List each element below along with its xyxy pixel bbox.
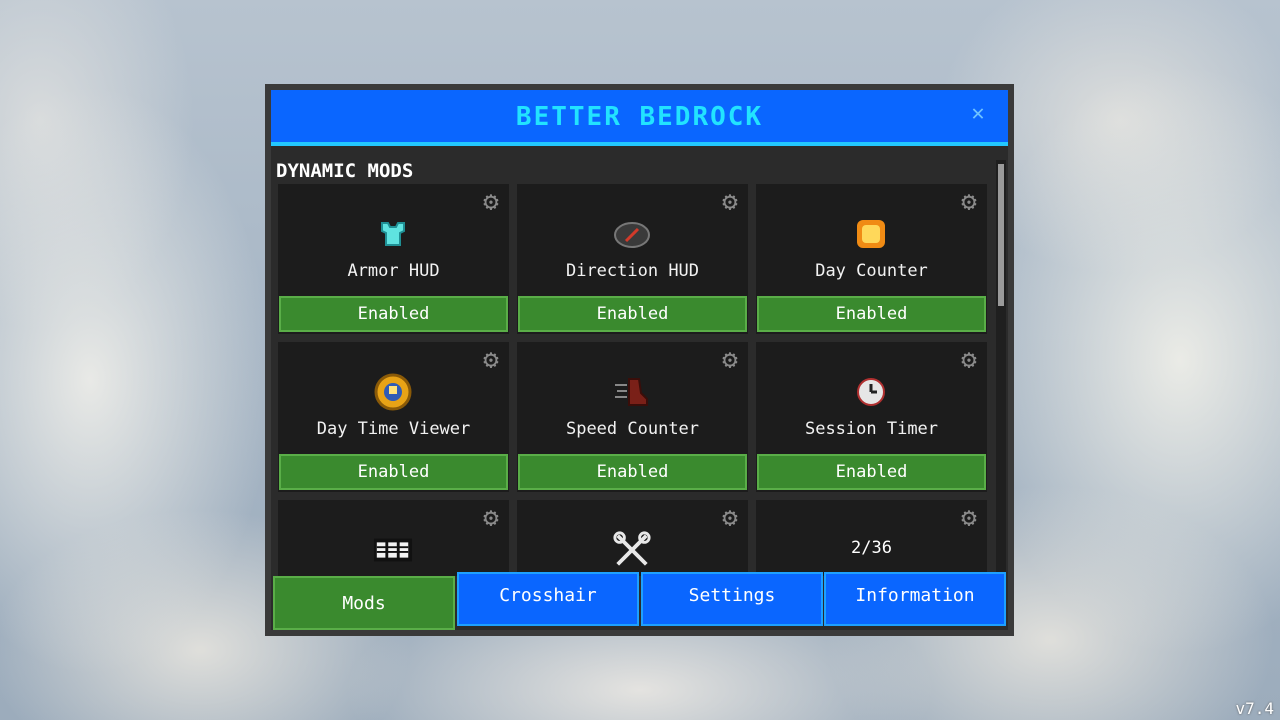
armor-icon	[373, 214, 413, 254]
title-bar: BETTER BEDROCK ✕	[271, 90, 1008, 146]
gear-icon[interactable]: ⚙	[479, 347, 503, 373]
better-bedrock-panel: BETTER BEDROCK ✕ DYNAMIC MODS ⚙ Armor HU…	[265, 84, 1014, 636]
mod-name: Speed Counter	[565, 419, 700, 439]
mod-card-direction-hud: ⚙ Direction HUD Enabled	[517, 184, 748, 334]
mod-card: ⚙	[278, 500, 509, 576]
gear-icon[interactable]: ⚙	[479, 189, 503, 215]
mod-card-day-counter: ⚙ Day Counter Enabled	[756, 184, 987, 334]
tab-crosshair[interactable]: Crosshair	[457, 572, 639, 626]
gear-icon[interactable]: ⚙	[957, 347, 981, 373]
mod-toggle-button[interactable]: Enabled	[757, 454, 986, 490]
mods-grid: ⚙ Armor HUD Enabled ⚙ Direction HUD Enab…	[271, 184, 1008, 576]
tab-mods[interactable]: Mods	[273, 576, 455, 630]
gear-icon[interactable]: ⚙	[718, 189, 742, 215]
wrench-tools-icon	[612, 530, 652, 570]
compass-icon	[612, 214, 652, 254]
gear-icon[interactable]: ⚙	[957, 189, 981, 215]
mod-name: Armor HUD	[347, 261, 440, 281]
page-counter: 2/36	[851, 538, 892, 558]
gear-icon[interactable]: ⚙	[957, 505, 981, 531]
mod-card: ⚙	[517, 500, 748, 576]
mod-toggle-button[interactable]: Enabled	[518, 454, 747, 490]
sun-icon	[851, 214, 891, 254]
mod-toggle-button[interactable]: Enabled	[757, 296, 986, 332]
clock-icon	[373, 372, 413, 412]
mod-toggle-button[interactable]: Enabled	[279, 296, 508, 332]
gear-icon[interactable]: ⚙	[718, 347, 742, 373]
mod-name: Direction HUD	[565, 261, 700, 281]
mod-name: Session Timer	[804, 419, 939, 439]
mod-card-session-timer: ⚙ Session Timer Enabled	[756, 342, 987, 492]
mod-card-armor-hud: ⚙ Armor HUD Enabled	[278, 184, 509, 334]
tab-information[interactable]: Information	[824, 572, 1006, 626]
panel-title: BETTER BEDROCK	[515, 102, 764, 132]
mod-name: Day Counter	[815, 261, 928, 281]
close-icon[interactable]: ✕	[966, 102, 990, 126]
gear-icon[interactable]: ⚙	[718, 505, 742, 531]
mod-toggle-button[interactable]: Enabled	[279, 454, 508, 490]
section-label: DYNAMIC MODS	[276, 160, 414, 182]
mod-card-speed-counter: ⚙ Speed Counter Enabled	[517, 342, 748, 492]
tab-settings[interactable]: Settings	[641, 572, 823, 626]
version-label: v7.4	[1235, 699, 1274, 718]
gear-icon[interactable]: ⚙	[479, 505, 503, 531]
tab-bar: Mods Crosshair Settings Information	[271, 572, 1008, 630]
mod-name: Day Time Viewer	[316, 419, 471, 439]
inventory-bars-icon	[373, 530, 413, 570]
mod-card-day-time-viewer: ⚙ Day Time Viewer Enabled	[278, 342, 509, 492]
timer-icon	[851, 372, 891, 412]
speed-boot-icon	[612, 372, 652, 412]
mod-card: ⚙ 2/36	[756, 500, 987, 576]
mod-toggle-button[interactable]: Enabled	[518, 296, 747, 332]
